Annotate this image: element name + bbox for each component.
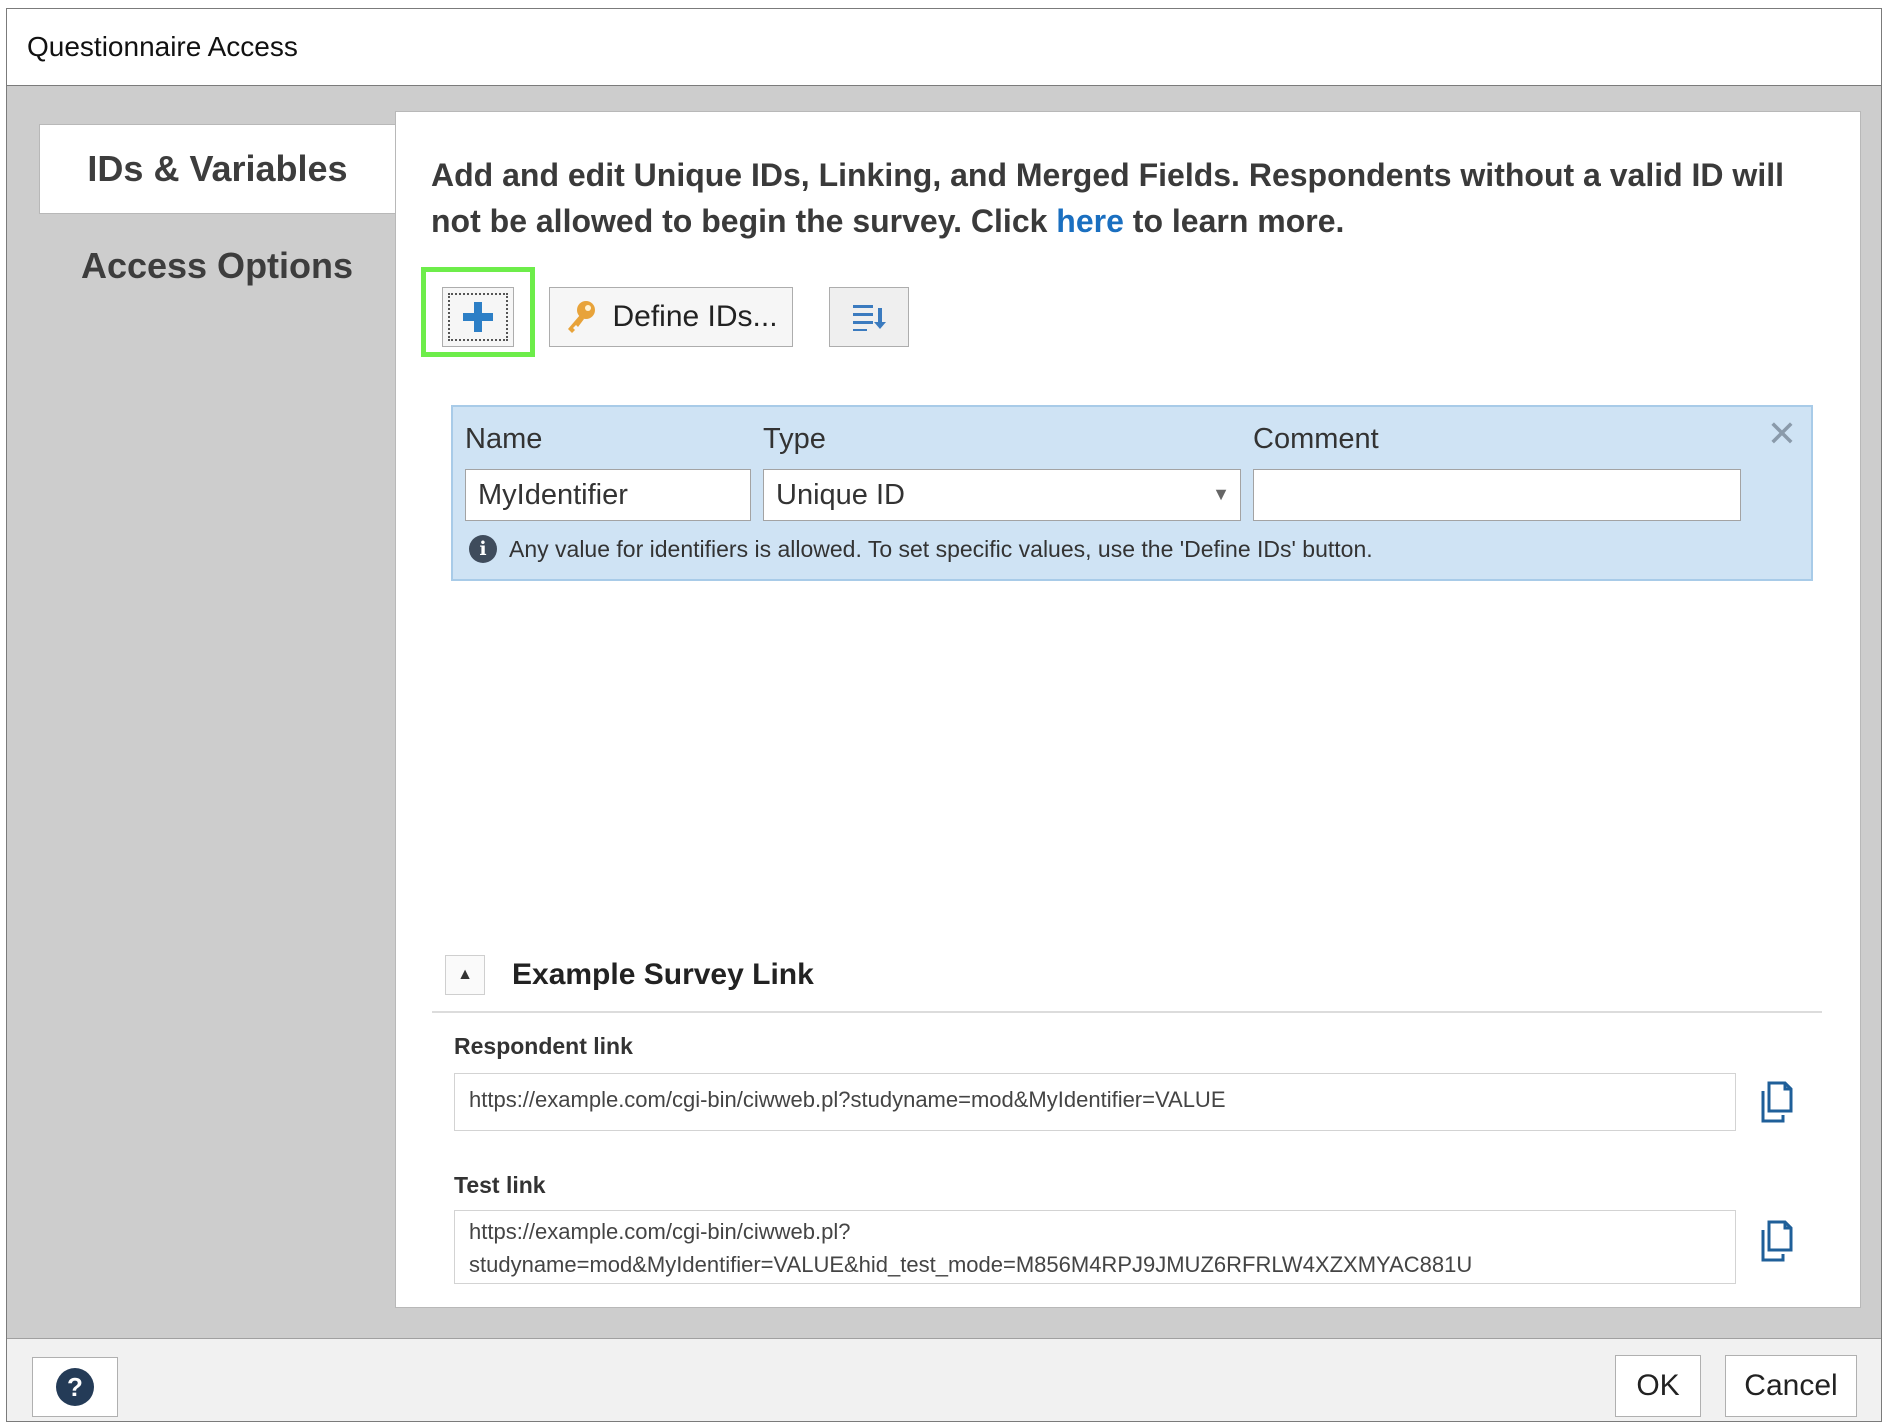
sort-list-button[interactable] — [829, 287, 909, 347]
type-select[interactable]: Unique ID ▼ — [763, 469, 1241, 521]
example-survey-link-header: ▲ Example Survey Link — [432, 955, 1822, 1013]
test-link-url-line2: studyname=mod&MyIdentifier=VALUE&hid_tes… — [469, 1252, 1473, 1277]
type-label: Type — [763, 423, 826, 455]
name-value: MyIdentifier — [478, 478, 628, 511]
test-link-field[interactable]: https://example.com/cgi-bin/ciwweb.pl? s… — [454, 1210, 1736, 1284]
info-message: i Any value for identifiers is allowed. … — [469, 535, 1373, 563]
info-icon: i — [469, 535, 497, 563]
intro-text: Add and edit Unique IDs, Linking, and Me… — [431, 152, 1831, 244]
respondent-link-field[interactable]: https://example.com/cgi-bin/ciwweb.pl?st… — [454, 1073, 1736, 1131]
chevron-up-icon: ▲ — [457, 966, 473, 983]
collapse-toggle-button[interactable]: ▲ — [445, 955, 485, 995]
cancel-label: Cancel — [1744, 1369, 1838, 1402]
tab-label: IDs & Variables — [87, 148, 348, 189]
dropdown-arrow-icon: ▼ — [1212, 484, 1230, 504]
ok-label: OK — [1636, 1369, 1680, 1402]
identifier-card: Name Type Comment ✕ MyIdentifier Unique … — [451, 405, 1813, 581]
define-ids-button[interactable]: Define IDs... — [549, 287, 793, 347]
window-title: Questionnaire Access — [27, 31, 298, 62]
respondent-link-label: Respondent link — [454, 1033, 633, 1059]
example-survey-link-title: Example Survey Link — [512, 958, 814, 991]
tab-label: Access Options — [80, 245, 354, 286]
respondent-link-url: https://example.com/cgi-bin/ciwweb.pl?st… — [469, 1087, 1226, 1112]
key-icon — [568, 301, 596, 333]
info-text: Any value for identifiers is allowed. To… — [509, 535, 1373, 562]
name-label: Name — [465, 423, 543, 455]
tab-ids-variables[interactable]: IDs & Variables — [39, 124, 395, 214]
close-icon[interactable]: ✕ — [1767, 413, 1797, 455]
copy-icon[interactable] — [1759, 1218, 1801, 1264]
questionnaire-access-dialog: Questionnaire Access IDs & Variables Acc… — [6, 8, 1882, 1422]
intro-text-part: to learn more. — [1123, 203, 1345, 239]
ids-variables-panel: Add and edit Unique IDs, Linking, and Me… — [395, 111, 1861, 1308]
help-button[interactable]: ? — [32, 1357, 118, 1417]
copy-icon[interactable] — [1759, 1079, 1801, 1125]
ok-button[interactable]: OK — [1615, 1355, 1701, 1417]
focus-ring — [448, 293, 508, 341]
dialog-footer: ? OK Cancel — [7, 1338, 1881, 1421]
type-value: Unique ID — [776, 478, 905, 511]
help-icon: ? — [56, 1368, 94, 1406]
cancel-button[interactable]: Cancel — [1725, 1355, 1857, 1417]
comment-label: Comment — [1253, 423, 1379, 455]
title-bar: Questionnaire Access — [7, 9, 1881, 86]
define-ids-label: Define IDs... — [612, 300, 778, 333]
comment-input[interactable] — [1253, 469, 1741, 521]
name-input[interactable]: MyIdentifier — [465, 469, 751, 521]
sort-list-icon — [853, 305, 886, 331]
add-identifier-button[interactable] — [442, 287, 514, 347]
learn-more-link[interactable]: here — [1056, 203, 1124, 239]
dialog-body: IDs & Variables Access Options Add and e… — [7, 86, 1881, 1338]
test-link-label: Test link — [454, 1172, 546, 1198]
tab-access-options[interactable]: Access Options — [39, 221, 395, 311]
test-link-url-line1: https://example.com/cgi-bin/ciwweb.pl? — [469, 1219, 851, 1244]
